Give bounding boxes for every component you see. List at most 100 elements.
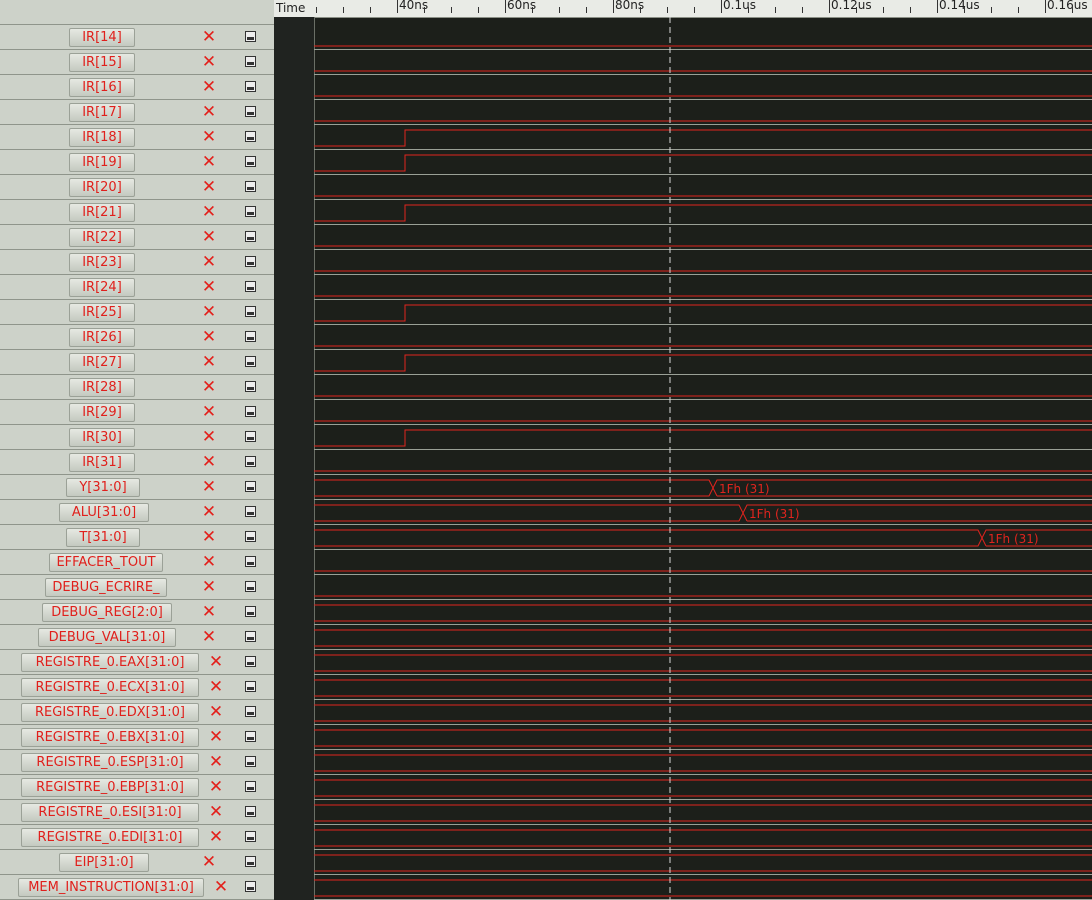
signal-row[interactable]: IR[30] ✕ xyxy=(0,425,274,450)
signal-name-button[interactable]: MEM_INSTRUCTION[31:0] xyxy=(18,878,204,897)
signal-menu-icon[interactable] xyxy=(245,581,256,592)
signal-row[interactable]: IR[20] ✕ xyxy=(0,175,274,200)
signal-name-button[interactable]: IR[31] xyxy=(69,453,135,472)
signal-row[interactable]: REGISTRE_0.ECX[31:0] ✕ xyxy=(0,675,274,700)
remove-signal-icon[interactable]: ✕ xyxy=(200,453,218,471)
signal-menu-icon[interactable] xyxy=(245,306,256,317)
remove-signal-icon[interactable]: ✕ xyxy=(200,478,218,496)
signal-row[interactable]: IR[22] ✕ xyxy=(0,225,274,250)
signal-menu-icon[interactable] xyxy=(245,806,256,817)
remove-signal-icon[interactable]: ✕ xyxy=(207,703,225,721)
signal-row[interactable]: EIP[31:0] ✕ xyxy=(0,850,274,875)
signal-row[interactable]: REGISTRE_0.EAX[31:0] ✕ xyxy=(0,650,274,675)
remove-signal-icon[interactable]: ✕ xyxy=(207,778,225,796)
signal-name-button[interactable]: REGISTRE_0.EDX[31:0] xyxy=(21,703,199,722)
remove-signal-icon[interactable]: ✕ xyxy=(200,303,218,321)
signal-menu-icon[interactable] xyxy=(245,631,256,642)
signal-row[interactable]: IR[25] ✕ xyxy=(0,300,274,325)
signal-name-button[interactable]: IR[23] xyxy=(69,253,135,272)
signal-name-button[interactable]: REGISTRE_0.EAX[31:0] xyxy=(21,653,199,672)
remove-signal-icon[interactable]: ✕ xyxy=(200,128,218,146)
signal-row[interactable]: MEM_INSTRUCTION[31:0] ✕ xyxy=(0,875,274,900)
signal-row[interactable]: IR[23] ✕ xyxy=(0,250,274,275)
signal-menu-icon[interactable] xyxy=(245,131,256,142)
signal-name-button[interactable]: IR[14] xyxy=(69,28,135,47)
signal-menu-icon[interactable] xyxy=(245,781,256,792)
signal-name-button[interactable]: IR[26] xyxy=(69,328,135,347)
signal-menu-icon[interactable] xyxy=(245,331,256,342)
remove-signal-icon[interactable]: ✕ xyxy=(200,378,218,396)
waveform-view[interactable]: 1Fh (31) 1Fh (31) 1Fh (31) xyxy=(314,17,1092,900)
signal-row[interactable]: REGISTRE_0.ESI[31:0] ✕ xyxy=(0,800,274,825)
signal-row[interactable]: IR[18] ✕ xyxy=(0,125,274,150)
signal-menu-icon[interactable] xyxy=(245,506,256,517)
signal-name-button[interactable]: DEBUG_ECRIRE_ xyxy=(45,578,167,597)
signal-name-button[interactable]: IR[22] xyxy=(69,228,135,247)
signal-row[interactable]: IR[19] ✕ xyxy=(0,150,274,175)
signal-name-button[interactable]: IR[28] xyxy=(69,378,135,397)
signal-name-button[interactable]: IR[17] xyxy=(69,103,135,122)
signal-row[interactable]: IR[31] ✕ xyxy=(0,450,274,475)
time-ruler[interactable]: Time 40ns 60ns 80ns 0.1us 0.12us 0.14us 0.16us xyxy=(274,0,1092,18)
signal-menu-icon[interactable] xyxy=(245,181,256,192)
signal-name-button[interactable]: REGISTRE_0.ESP[31:0] xyxy=(21,753,199,772)
signal-row[interactable]: T[31:0] ✕ xyxy=(0,525,274,550)
signal-name-button[interactable]: IR[25] xyxy=(69,303,135,322)
remove-signal-icon[interactable]: ✕ xyxy=(200,103,218,121)
remove-signal-icon[interactable]: ✕ xyxy=(207,803,225,821)
remove-signal-icon[interactable]: ✕ xyxy=(200,228,218,246)
signal-menu-icon[interactable] xyxy=(245,481,256,492)
signal-name-button[interactable]: IR[21] xyxy=(69,203,135,222)
remove-signal-icon[interactable]: ✕ xyxy=(207,753,225,771)
signal-name-button[interactable]: IR[24] xyxy=(69,278,135,297)
signal-name-button[interactable]: REGISTRE_0.EBX[31:0] xyxy=(21,728,199,747)
remove-signal-icon[interactable]: ✕ xyxy=(200,503,218,521)
signal-name-button[interactable]: IR[30] xyxy=(69,428,135,447)
signal-row[interactable]: IR[14] ✕ xyxy=(0,25,274,50)
signal-menu-icon[interactable] xyxy=(245,231,256,242)
signal-menu-icon[interactable] xyxy=(245,881,256,892)
signal-name-button[interactable]: REGISTRE_0.ECX[31:0] xyxy=(21,678,199,697)
remove-signal-icon[interactable]: ✕ xyxy=(200,553,218,571)
remove-signal-icon[interactable]: ✕ xyxy=(200,278,218,296)
signal-menu-icon[interactable] xyxy=(245,831,256,842)
signal-name-button[interactable]: T[31:0] xyxy=(66,528,140,547)
signal-menu-icon[interactable] xyxy=(245,356,256,367)
signal-row[interactable]: IR[21] ✕ xyxy=(0,200,274,225)
signal-row[interactable]: IR[24] ✕ xyxy=(0,275,274,300)
signal-menu-icon[interactable] xyxy=(245,706,256,717)
signal-name-button[interactable]: EIP[31:0] xyxy=(59,853,149,872)
remove-signal-icon[interactable]: ✕ xyxy=(200,203,218,221)
signal-name-button[interactable]: REGISTRE_0.EDI[31:0] xyxy=(21,828,199,847)
signal-row[interactable]: IR[17] ✕ xyxy=(0,100,274,125)
signal-menu-icon[interactable] xyxy=(245,156,256,167)
remove-signal-icon[interactable]: ✕ xyxy=(200,353,218,371)
signal-name-button[interactable]: IR[16] xyxy=(69,78,135,97)
signal-menu-icon[interactable] xyxy=(245,556,256,567)
signal-name-button[interactable]: IR[27] xyxy=(69,353,135,372)
signal-row[interactable]: IR[16] ✕ xyxy=(0,75,274,100)
signal-row[interactable]: REGISTRE_0.ESP[31:0] ✕ xyxy=(0,750,274,775)
signal-row[interactable]: REGISTRE_0.EDI[31:0] ✕ xyxy=(0,825,274,850)
signal-menu-icon[interactable] xyxy=(245,281,256,292)
signal-menu-icon[interactable] xyxy=(245,856,256,867)
remove-signal-icon[interactable]: ✕ xyxy=(200,603,218,621)
signal-name-button[interactable]: REGISTRE_0.EBP[31:0] xyxy=(21,778,199,797)
remove-signal-icon[interactable]: ✕ xyxy=(200,28,218,46)
signal-name-button[interactable]: DEBUG_REG[2:0] xyxy=(42,603,172,622)
remove-signal-icon[interactable]: ✕ xyxy=(200,328,218,346)
signal-menu-icon[interactable] xyxy=(245,456,256,467)
signal-row[interactable]: DEBUG_REG[2:0] ✕ xyxy=(0,600,274,625)
signal-menu-icon[interactable] xyxy=(245,681,256,692)
signal-menu-icon[interactable] xyxy=(245,756,256,767)
signal-menu-icon[interactable] xyxy=(245,31,256,42)
signal-menu-icon[interactable] xyxy=(245,406,256,417)
signal-row[interactable]: IR[27] ✕ xyxy=(0,350,274,375)
signal-menu-icon[interactable] xyxy=(245,56,256,67)
signal-name-button[interactable]: DEBUG_VAL[31:0] xyxy=(38,628,176,647)
signal-menu-icon[interactable] xyxy=(245,731,256,742)
remove-signal-icon[interactable]: ✕ xyxy=(200,853,218,871)
signal-name-button[interactable]: EFFACER_TOUT xyxy=(49,553,163,572)
remove-signal-icon[interactable]: ✕ xyxy=(207,728,225,746)
remove-signal-icon[interactable]: ✕ xyxy=(200,153,218,171)
